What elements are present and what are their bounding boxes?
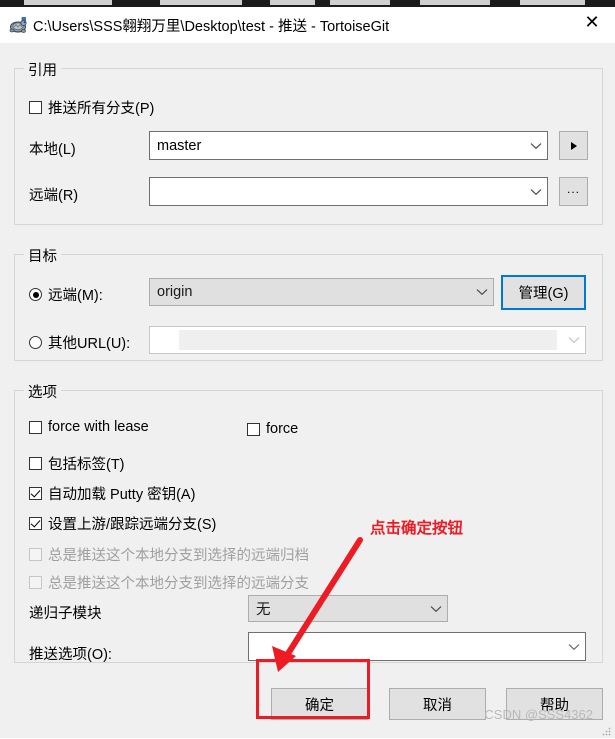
checkbox-box xyxy=(29,101,42,114)
checkbox-box xyxy=(29,457,42,470)
destination-url-radio[interactable]: 其他URL(U): xyxy=(29,332,130,353)
remote-ref-label: 远端(R) xyxy=(29,188,79,204)
option-force-with-lease-label: force with lease xyxy=(48,419,149,435)
chevron-down-icon xyxy=(425,605,447,613)
option-always-push-to-remote-archive-label: 总是推送这个本地分支到选择的远端归档 xyxy=(48,548,309,564)
destination-url-label: 其他URL(U): xyxy=(48,336,131,352)
local-branch-label: 本地(L) xyxy=(29,142,76,158)
push-all-branches-label: 推送所有分支(P) xyxy=(48,101,155,117)
chevron-down-icon xyxy=(471,288,493,296)
chevron-down-icon xyxy=(525,188,547,196)
manage-remotes-button[interactable]: 管理(G) xyxy=(501,275,586,310)
remote-ref-browse-button[interactable]: ... xyxy=(559,177,588,206)
push-options-label: 推送选项(O): xyxy=(29,647,112,663)
chevron-down-icon xyxy=(525,142,547,150)
option-always-push-to-remote-branch-label: 总是推送这个本地分支到选择的远端分支 xyxy=(48,576,309,592)
ellipsis-icon: ... xyxy=(566,181,580,196)
play-triangle-icon xyxy=(570,141,577,150)
option-always-push-to-remote-branch-checkbox: 总是推送这个本地分支到选择的远端分支 xyxy=(29,572,309,593)
push-options-combobox[interactable] xyxy=(248,632,586,661)
remote-ref-combobox[interactable] xyxy=(149,177,548,206)
push-all-branches-checkbox[interactable]: 推送所有分支(P) xyxy=(29,97,154,118)
desktop-background-strip xyxy=(0,0,615,7)
option-force-with-lease-checkbox[interactable]: force with lease xyxy=(29,419,149,435)
recurse-submodules-value: 无 xyxy=(256,602,271,618)
option-always-push-to-remote-archive-checkbox: 总是推送这个本地分支到选择的远端归档 xyxy=(29,544,309,565)
refs-group-title: 引用 xyxy=(24,59,61,80)
cancel-button[interactable]: 取消 xyxy=(389,688,486,720)
dialog-client-area: 引用 推送所有分支(P) 本地(L) master 远端(R) ... 目标 远… xyxy=(0,43,615,738)
tortoisegit-turtle-icon xyxy=(8,15,28,35)
radio-box xyxy=(29,336,42,349)
destination-group-title: 目标 xyxy=(24,245,61,266)
local-branch-browse-button[interactable] xyxy=(559,131,588,160)
option-force-label: force xyxy=(266,421,299,437)
checkbox-box xyxy=(29,576,42,589)
destination-remote-label: 远端(M): xyxy=(48,288,103,304)
option-include-tags-checkbox[interactable]: 包括标签(T) xyxy=(29,453,125,474)
checkbox-box xyxy=(29,517,42,530)
destination-remote-value: origin xyxy=(157,284,193,300)
checkbox-box xyxy=(29,487,42,500)
option-autoload-putty-key-checkbox[interactable]: 自动加载 Putty 密钥(A) xyxy=(29,483,195,504)
csdn-watermark: CSDN @SSS4362 xyxy=(484,707,593,722)
window-title: C:\Users\SSS翱翔万里\Desktop\test - 推送 - Tor… xyxy=(33,19,390,35)
local-branch-value: master xyxy=(157,137,202,154)
option-include-tags-label: 包括标签(T) xyxy=(48,457,125,473)
checkbox-box xyxy=(29,548,42,561)
options-group-title: 选项 xyxy=(24,381,61,402)
recurse-submodules-combobox[interactable]: 无 xyxy=(248,595,448,622)
radio-box xyxy=(29,288,42,301)
checkbox-box xyxy=(247,422,260,436)
ok-button[interactable]: 确定 xyxy=(271,688,368,720)
option-set-upstream-label: 设置上游/跟踪远端分支(S) xyxy=(48,517,217,533)
destination-remote-combobox[interactable]: origin xyxy=(149,278,494,306)
title-bar: C:\Users\SSS翱翔万里\Desktop\test - 推送 - Tor… xyxy=(0,7,615,43)
push-dialog-window: C:\Users\SSS翱翔万里\Desktop\test - 推送 - Tor… xyxy=(0,7,615,738)
resize-grip[interactable] xyxy=(600,723,612,736)
local-branch-combobox[interactable]: master xyxy=(149,131,548,160)
close-icon[interactable]: ✕ xyxy=(569,7,615,37)
chevron-down-icon xyxy=(563,643,585,651)
combobox-inner-field xyxy=(179,330,557,350)
destination-url-combobox[interactable] xyxy=(149,326,586,354)
option-autoload-putty-key-label: 自动加载 Putty 密钥(A) xyxy=(48,487,196,503)
checkbox-box xyxy=(29,420,42,434)
option-set-upstream-checkbox[interactable]: 设置上游/跟踪远端分支(S) xyxy=(29,513,216,534)
destination-remote-radio[interactable]: 远端(M): xyxy=(29,284,103,305)
recurse-submodules-label: 递归子模块 xyxy=(29,606,102,622)
chevron-down-icon xyxy=(563,336,585,344)
option-force-checkbox[interactable]: force xyxy=(247,421,298,437)
